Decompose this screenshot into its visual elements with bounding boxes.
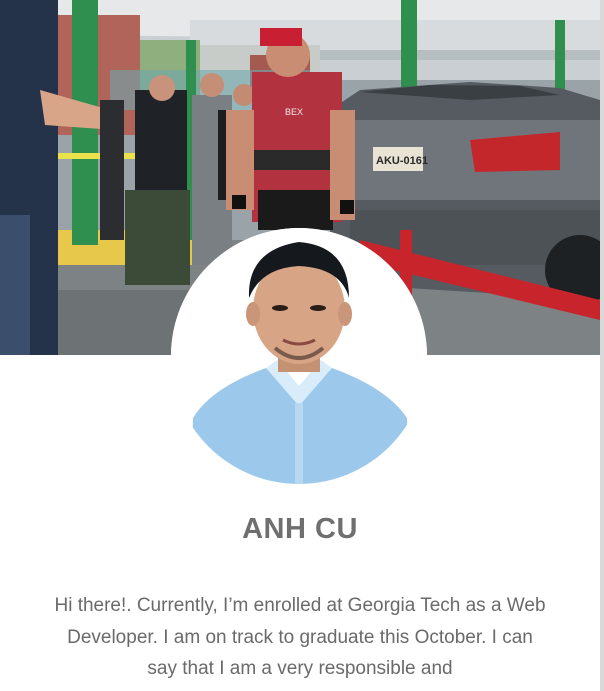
shirt-logo-text: BEX bbox=[285, 107, 303, 117]
scrollbar[interactable] bbox=[600, 0, 604, 691]
license-plate-text: AKU-0161 bbox=[376, 155, 428, 167]
profile-bio: Hi there!. Currently, I’m enrolled at Ge… bbox=[54, 595, 546, 679]
profile-name: ANH CU bbox=[242, 513, 358, 545]
profile-page: BEX AKU-0161 ANH CU Hi there!. Currently… bbox=[0, 0, 604, 691]
avatar bbox=[171, 228, 427, 484]
